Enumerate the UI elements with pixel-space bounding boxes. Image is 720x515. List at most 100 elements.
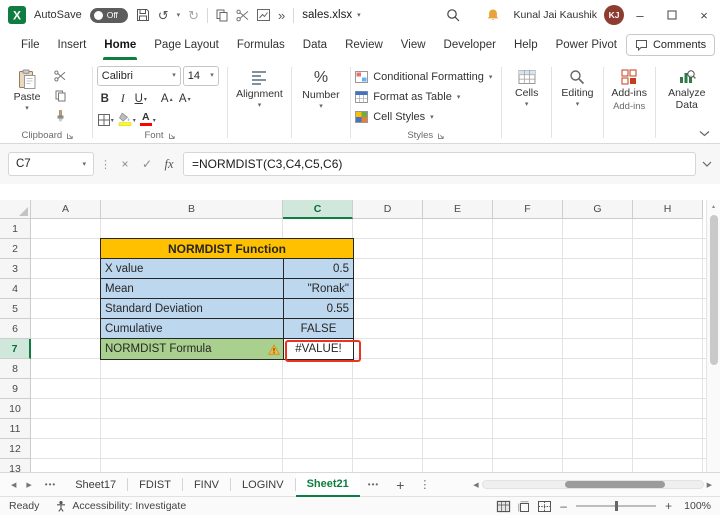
zoom-in-button[interactable]: +	[663, 499, 674, 513]
tab-help[interactable]: Help	[505, 30, 547, 60]
scroll-right-icon[interactable]: ▶	[707, 481, 712, 489]
insert-function-button[interactable]: fx	[161, 157, 177, 172]
column-header-f[interactable]: F	[493, 200, 563, 219]
confirm-entry-button[interactable]: ✓	[139, 157, 155, 171]
cell-c7-active[interactable]: #VALUE!	[284, 339, 353, 359]
font-size-select[interactable]: 14 ▾	[182, 65, 219, 86]
vertical-scrollbar[interactable]: ▴	[706, 200, 720, 472]
bold-button[interactable]: B	[97, 88, 113, 105]
conditional-formatting-button[interactable]: Conditional Formatting ▾	[353, 68, 492, 86]
cell-b3[interactable]: X value	[101, 259, 284, 278]
sheet-overflow-left[interactable]: •••	[37, 480, 64, 489]
close-button[interactable]: ×	[688, 0, 720, 30]
row-header-5[interactable]: 5	[0, 299, 31, 319]
table-title-cell-b2[interactable]: NORMDIST Function	[101, 239, 353, 259]
sheet-tab-sheet17[interactable]: Sheet17	[64, 473, 127, 497]
row-header-6[interactable]: 6	[0, 319, 31, 339]
sheet-options-icon[interactable]: ⋮	[413, 478, 436, 491]
addins-button[interactable]: Add-ins	[606, 65, 653, 99]
tab-developer[interactable]: Developer	[435, 30, 505, 60]
paste-button[interactable]: Paste ▾	[6, 65, 48, 112]
underline-button[interactable]: U ▾	[133, 88, 149, 105]
format-painter-button[interactable]	[50, 108, 70, 124]
copy-button[interactable]	[50, 88, 70, 104]
formula-input[interactable]: =NORMDIST(C3,C4,C5,C6)	[183, 152, 696, 176]
select-all-corner[interactable]	[0, 200, 31, 219]
row-header-9[interactable]: 9	[0, 379, 31, 399]
cell-c6[interactable]: FALSE	[284, 319, 353, 338]
row-header-3[interactable]: 3	[0, 259, 31, 279]
accessibility-status[interactable]: Accessibility: Investigate	[55, 500, 186, 512]
tab-file[interactable]: File	[12, 30, 49, 60]
save-icon[interactable]	[136, 8, 150, 22]
column-header-b[interactable]: B	[101, 200, 283, 219]
editing-button[interactable]: Editing ▾	[554, 65, 601, 108]
sheet-nav-left-icon[interactable]: ◀	[6, 481, 21, 489]
sheet-tab-finv[interactable]: FINV	[183, 473, 230, 497]
decrease-font-button[interactable]: A ▾	[177, 88, 193, 105]
column-header-h[interactable]: H	[633, 200, 703, 219]
row-header-11[interactable]: 11	[0, 419, 31, 439]
vscroll-thumb[interactable]	[709, 215, 718, 365]
column-header-c[interactable]: C	[283, 200, 353, 219]
row-header-2[interactable]: 2	[0, 239, 31, 259]
font-color-button[interactable]: A ▾	[139, 109, 157, 126]
format-as-table-button[interactable]: Format as Table ▾	[353, 88, 460, 106]
font-name-select[interactable]: Calibri ▾	[96, 65, 181, 86]
dialog-launcher-icon[interactable]	[66, 132, 74, 140]
cell-styles-button[interactable]: Cell Styles ▾	[353, 108, 434, 126]
copy-icon[interactable]	[216, 9, 228, 22]
number-button[interactable]: % Number ▾	[294, 65, 349, 110]
excel-logo-icon[interactable]: X	[8, 6, 26, 24]
page-break-view-button[interactable]	[538, 500, 552, 512]
row-header-13[interactable]: 13	[0, 459, 31, 472]
cut-icon[interactable]	[236, 9, 249, 22]
row-header-12[interactable]: 12	[0, 439, 31, 459]
column-header-g[interactable]: G	[563, 200, 633, 219]
fill-color-button[interactable]: ▾	[117, 109, 137, 126]
user-avatar[interactable]: KJ	[604, 5, 624, 25]
column-header-d[interactable]: D	[353, 200, 423, 219]
search-icon[interactable]	[446, 8, 460, 22]
tab-formulas[interactable]: Formulas	[228, 30, 294, 60]
autosave-toggle[interactable]: Off	[89, 7, 128, 23]
chart-icon[interactable]	[257, 9, 271, 21]
cell-c3[interactable]: 0.5	[284, 259, 353, 278]
column-header-e[interactable]: E	[423, 200, 493, 219]
zoom-level[interactable]: 100%	[681, 500, 711, 512]
dialog-launcher-icon[interactable]	[168, 132, 176, 140]
cut-button[interactable]	[50, 68, 70, 84]
sheet-tab-fdist[interactable]: FDIST	[128, 473, 182, 497]
tab-view[interactable]: View	[392, 30, 435, 60]
dialog-launcher-icon[interactable]	[437, 132, 445, 140]
tab-insert[interactable]: Insert	[49, 30, 96, 60]
tab-review[interactable]: Review	[336, 30, 392, 60]
cell-c4[interactable]: "Ronak"	[284, 279, 353, 298]
horizontal-scrollbar[interactable]: ◀ ▶	[473, 480, 714, 489]
row-header-7[interactable]: 7	[0, 339, 31, 359]
hscroll-thumb[interactable]	[564, 481, 665, 488]
tab-home[interactable]: Home	[95, 30, 145, 60]
tab-power-pivot[interactable]: Power Pivot	[547, 30, 626, 60]
scroll-left-icon[interactable]: ◀	[473, 481, 478, 489]
tab-page-layout[interactable]: Page Layout	[145, 30, 228, 60]
sheet-tab-loginv[interactable]: LOGINV	[231, 473, 295, 497]
page-layout-view-button[interactable]	[518, 500, 531, 512]
zoom-slider[interactable]	[575, 501, 656, 511]
sheet-overflow-right[interactable]: •••	[360, 480, 387, 489]
redo-icon[interactable]: ↻	[188, 9, 199, 22]
zoom-slider-thumb[interactable]	[614, 501, 618, 511]
cell-c5[interactable]: 0.55	[284, 299, 353, 318]
add-sheet-button[interactable]: +	[387, 477, 413, 493]
row-header-4[interactable]: 4	[0, 279, 31, 299]
zoom-out-button[interactable]: –	[558, 499, 569, 513]
cell-b5[interactable]: Standard Deviation	[101, 299, 284, 318]
cells-button[interactable]: Cells ▾	[504, 65, 549, 108]
tab-data[interactable]: Data	[294, 30, 336, 60]
row-header-8[interactable]: 8	[0, 359, 31, 379]
sheet-nav-right-icon[interactable]: ▶	[21, 481, 36, 489]
undo-icon[interactable]: ↺	[158, 9, 169, 22]
row-header-1[interactable]: 1	[0, 219, 31, 239]
column-header-a[interactable]: A	[31, 200, 101, 219]
increase-font-button[interactable]: A ▴	[159, 88, 175, 105]
